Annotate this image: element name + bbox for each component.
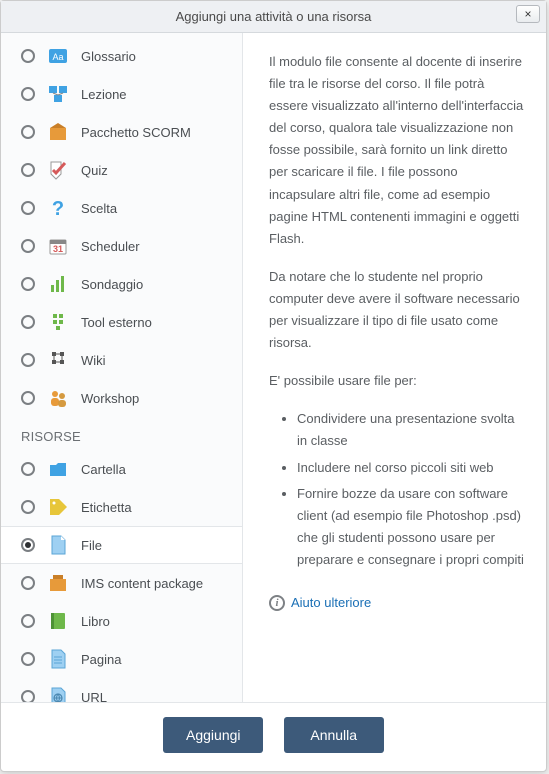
description-bullet: Fornire bozze da usare con software clie… <box>297 483 524 571</box>
help-link[interactable]: i Aiuto ulteriore <box>269 592 371 614</box>
book-icon <box>45 608 71 634</box>
activity-item-label: Scelta <box>81 201 234 216</box>
resource-item-url[interactable]: URL <box>1 678 242 702</box>
resource-item-ims[interactable]: IMS content package <box>1 564 242 602</box>
radio-etichetta[interactable] <box>21 500 35 514</box>
dialog-footer: Aggiungi Annulla <box>1 703 546 771</box>
dialog-body: Aa Glossario Lezione Pacchetto SCORM Quiz? Sc… <box>1 33 546 703</box>
activity-item-lezione[interactable]: Lezione <box>1 75 242 113</box>
radio-libro[interactable] <box>21 614 35 628</box>
radio-glossario[interactable] <box>21 49 35 63</box>
choice-icon: ? <box>45 195 71 221</box>
svg-text:Aa: Aa <box>52 52 63 62</box>
description-bullets: Condividere una presentazione svolta in … <box>297 408 524 571</box>
activity-item-sondaggio[interactable]: Sondaggio <box>1 265 242 303</box>
radio-scelta[interactable] <box>21 201 35 215</box>
radio-scheduler[interactable] <box>21 239 35 253</box>
url-icon <box>45 684 71 702</box>
resource-item-label: Etichetta <box>81 500 234 515</box>
ims-icon <box>45 570 71 596</box>
activity-item-wiki[interactable]: Wiki <box>1 341 242 379</box>
activity-item-label: Tool esterno <box>81 315 234 330</box>
description-p3: E' possibile usare file per: <box>269 370 524 392</box>
page-icon <box>45 646 71 672</box>
survey-icon <box>45 271 71 297</box>
activity-item-label: Scheduler <box>81 239 234 254</box>
resource-item-etichetta[interactable]: Etichetta <box>1 488 242 526</box>
resource-item-label: Cartella <box>81 462 234 477</box>
glossary-icon: Aa <box>45 43 71 69</box>
dialog-title: Aggiungi una attività o una risorsa <box>176 9 372 24</box>
svg-text:?: ? <box>52 198 64 219</box>
activity-item-quiz[interactable]: Quiz <box>1 151 242 189</box>
description-bullet: Condividere una presentazione svolta in … <box>297 408 524 452</box>
activity-item-label: Lezione <box>81 87 234 102</box>
resource-item-label: URL <box>81 690 234 703</box>
radio-wiki[interactable] <box>21 353 35 367</box>
quiz-icon <box>45 157 71 183</box>
activity-item-scheduler[interactable]: 31 Scheduler <box>1 227 242 265</box>
radio-lezione[interactable] <box>21 87 35 101</box>
radio-sondaggio[interactable] <box>21 277 35 291</box>
activity-item-label: Wiki <box>81 353 234 368</box>
resource-item-label: File <box>81 538 234 553</box>
description-p1: Il modulo file consente al docente di in… <box>269 51 524 250</box>
resource-item-label: IMS content package <box>81 576 234 591</box>
workshop-icon <box>45 385 71 411</box>
add-button[interactable]: Aggiungi <box>163 717 263 753</box>
resource-item-cartella[interactable]: Cartella <box>1 450 242 488</box>
radio-pagina[interactable] <box>21 652 35 666</box>
activity-item-toolesterno[interactable]: Tool esterno <box>1 303 242 341</box>
resource-item-file[interactable]: File <box>1 526 242 564</box>
resource-item-label: Libro <box>81 614 234 629</box>
description-bullet: Includere nel corso piccoli siti web <box>297 457 524 479</box>
description-pane: Il modulo file consente al docente di in… <box>243 33 546 702</box>
scorm-icon <box>45 119 71 145</box>
help-link-label: Aiuto ulteriore <box>291 592 371 614</box>
cancel-button[interactable]: Annulla <box>284 717 384 753</box>
label-icon <box>45 494 71 520</box>
activity-item-label: Sondaggio <box>81 277 234 292</box>
radio-workshop[interactable] <box>21 391 35 405</box>
radio-cartella[interactable] <box>21 462 35 476</box>
activity-item-label: Workshop <box>81 391 234 406</box>
resources-section-title: RISORSE <box>1 417 242 450</box>
activity-item-label: Quiz <box>81 163 234 178</box>
wiki-icon <box>45 347 71 373</box>
close-button[interactable]: × <box>516 5 540 23</box>
radio-file[interactable] <box>21 538 35 552</box>
external-icon <box>45 309 71 335</box>
radio-ims[interactable] <box>21 576 35 590</box>
radio-url[interactable] <box>21 690 35 702</box>
activity-item-scorm[interactable]: Pacchetto SCORM <box>1 113 242 151</box>
activity-item-scelta[interactable]: ? Scelta <box>1 189 242 227</box>
radio-toolesterno[interactable] <box>21 315 35 329</box>
activity-item-glossario[interactable]: Aa Glossario <box>1 37 242 75</box>
activity-item-label: Pacchetto SCORM <box>81 125 234 140</box>
radio-scorm[interactable] <box>21 125 35 139</box>
resource-item-pagina[interactable]: Pagina <box>1 640 242 678</box>
activity-chooser-dialog: Aggiungi una attività o una risorsa × Aa… <box>0 0 547 772</box>
resource-item-label: Pagina <box>81 652 234 667</box>
radio-quiz[interactable] <box>21 163 35 177</box>
file-icon <box>45 532 71 558</box>
description-p2: Da notare che lo studente nel proprio co… <box>269 266 524 354</box>
activity-item-workshop[interactable]: Workshop <box>1 379 242 417</box>
dialog-header: Aggiungi una attività o una risorsa × <box>1 1 546 33</box>
calendar-icon: 31 <box>45 233 71 259</box>
folder-icon <box>45 456 71 482</box>
resource-item-libro[interactable]: Libro <box>1 602 242 640</box>
info-icon: i <box>269 595 285 611</box>
modules-list[interactable]: Aa Glossario Lezione Pacchetto SCORM Quiz? Sc… <box>1 33 243 702</box>
activity-item-label: Glossario <box>81 49 234 64</box>
svg-text:31: 31 <box>53 244 63 254</box>
lesson-icon <box>45 81 71 107</box>
